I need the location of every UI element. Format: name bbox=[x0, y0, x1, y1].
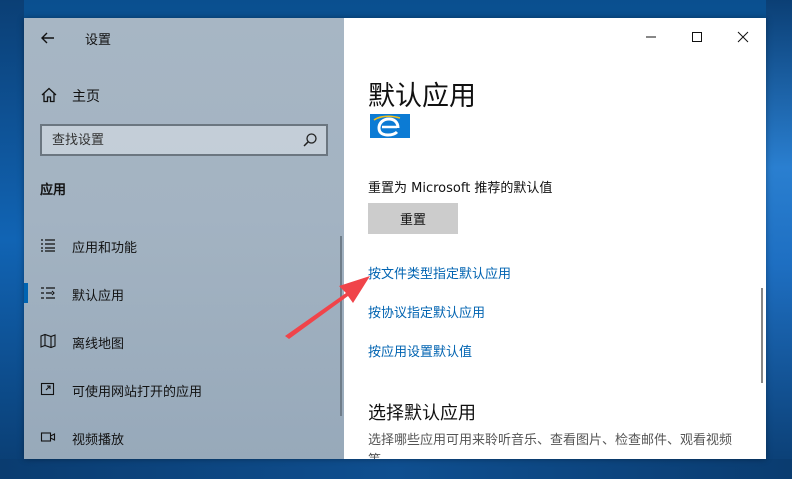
settings-window: 设置 主页 应用 应用和功能 bbox=[24, 18, 766, 459]
link-default-by-protocol[interactable]: 按协议指定默认应用 bbox=[368, 302, 485, 321]
sidebar-item-offline-maps[interactable]: 离线地图 bbox=[24, 324, 344, 358]
map-icon bbox=[40, 333, 56, 349]
sidebar-item-label: 默认应用 bbox=[72, 289, 125, 304]
list-icon bbox=[41, 239, 55, 252]
main-content: 默认应用 重置为 Microsoft 推荐的默认值 重置 按文件类型指定默认应用… bbox=[344, 18, 766, 459]
sidebar-item-label: 可使用网站打开的应用 bbox=[72, 385, 203, 400]
sidebar-item-label: 离线地图 bbox=[72, 337, 125, 352]
desktop-background-left bbox=[0, 0, 24, 479]
reset-label: 重置为 Microsoft 推荐的默认值 bbox=[368, 181, 553, 196]
sidebar-item-apps-features[interactable]: 应用和功能 bbox=[24, 228, 344, 262]
page-title: 默认应用 bbox=[368, 81, 476, 112]
desktop-background-right bbox=[766, 0, 792, 479]
sidebar-item-label: 应用和功能 bbox=[72, 241, 138, 256]
back-arrow-icon bbox=[41, 32, 54, 44]
sidebar-item-video-playback[interactable]: 视频播放 bbox=[24, 420, 344, 454]
default-apps-icon bbox=[41, 287, 55, 299]
open-with-icon bbox=[40, 382, 55, 396]
sidebar: 设置 主页 应用 应用和功能 bbox=[24, 18, 344, 459]
link-default-by-app[interactable]: 按应用设置默认值 bbox=[368, 341, 472, 360]
link-default-by-file-type[interactable]: 按文件类型指定默认应用 bbox=[368, 263, 511, 282]
close-button[interactable] bbox=[720, 18, 766, 56]
sidebar-scrollbar[interactable] bbox=[340, 236, 342, 416]
search-input[interactable] bbox=[42, 126, 292, 154]
edge-browser-icon[interactable] bbox=[370, 114, 410, 138]
reset-button[interactable]: 重置 bbox=[368, 203, 458, 234]
video-icon bbox=[40, 432, 56, 442]
sidebar-item-default-apps[interactable]: 默认应用 bbox=[24, 276, 344, 310]
section-header: 应用 bbox=[40, 183, 67, 198]
search-box[interactable] bbox=[40, 124, 328, 156]
minimize-icon bbox=[646, 36, 656, 38]
minimize-button[interactable] bbox=[628, 18, 674, 56]
window-title: 设置 bbox=[85, 33, 112, 48]
maximize-icon bbox=[692, 32, 702, 42]
sidebar-item-home[interactable]: 主页 bbox=[24, 82, 344, 110]
sidebar-item-apps-for-websites[interactable]: 可使用网站打开的应用 bbox=[24, 372, 344, 406]
home-label: 主页 bbox=[72, 89, 100, 105]
selection-indicator bbox=[24, 283, 28, 303]
sidebar-item-label: 视频播放 bbox=[72, 433, 125, 448]
maximize-button[interactable] bbox=[674, 18, 720, 56]
titlebar-left: 设置 bbox=[24, 18, 344, 56]
desktop-background-bottom bbox=[0, 459, 792, 479]
main-scrollbar[interactable] bbox=[761, 288, 763, 383]
close-icon bbox=[737, 31, 749, 43]
back-button[interactable] bbox=[36, 26, 60, 50]
section-title-choose-default: 选择默认应用 bbox=[368, 403, 476, 424]
search-icon[interactable] bbox=[302, 132, 318, 148]
home-icon bbox=[41, 87, 57, 103]
section-description: 选择哪些应用可用来聆听音乐、查看图片、检查邮件、观看视频等。 bbox=[368, 433, 733, 459]
